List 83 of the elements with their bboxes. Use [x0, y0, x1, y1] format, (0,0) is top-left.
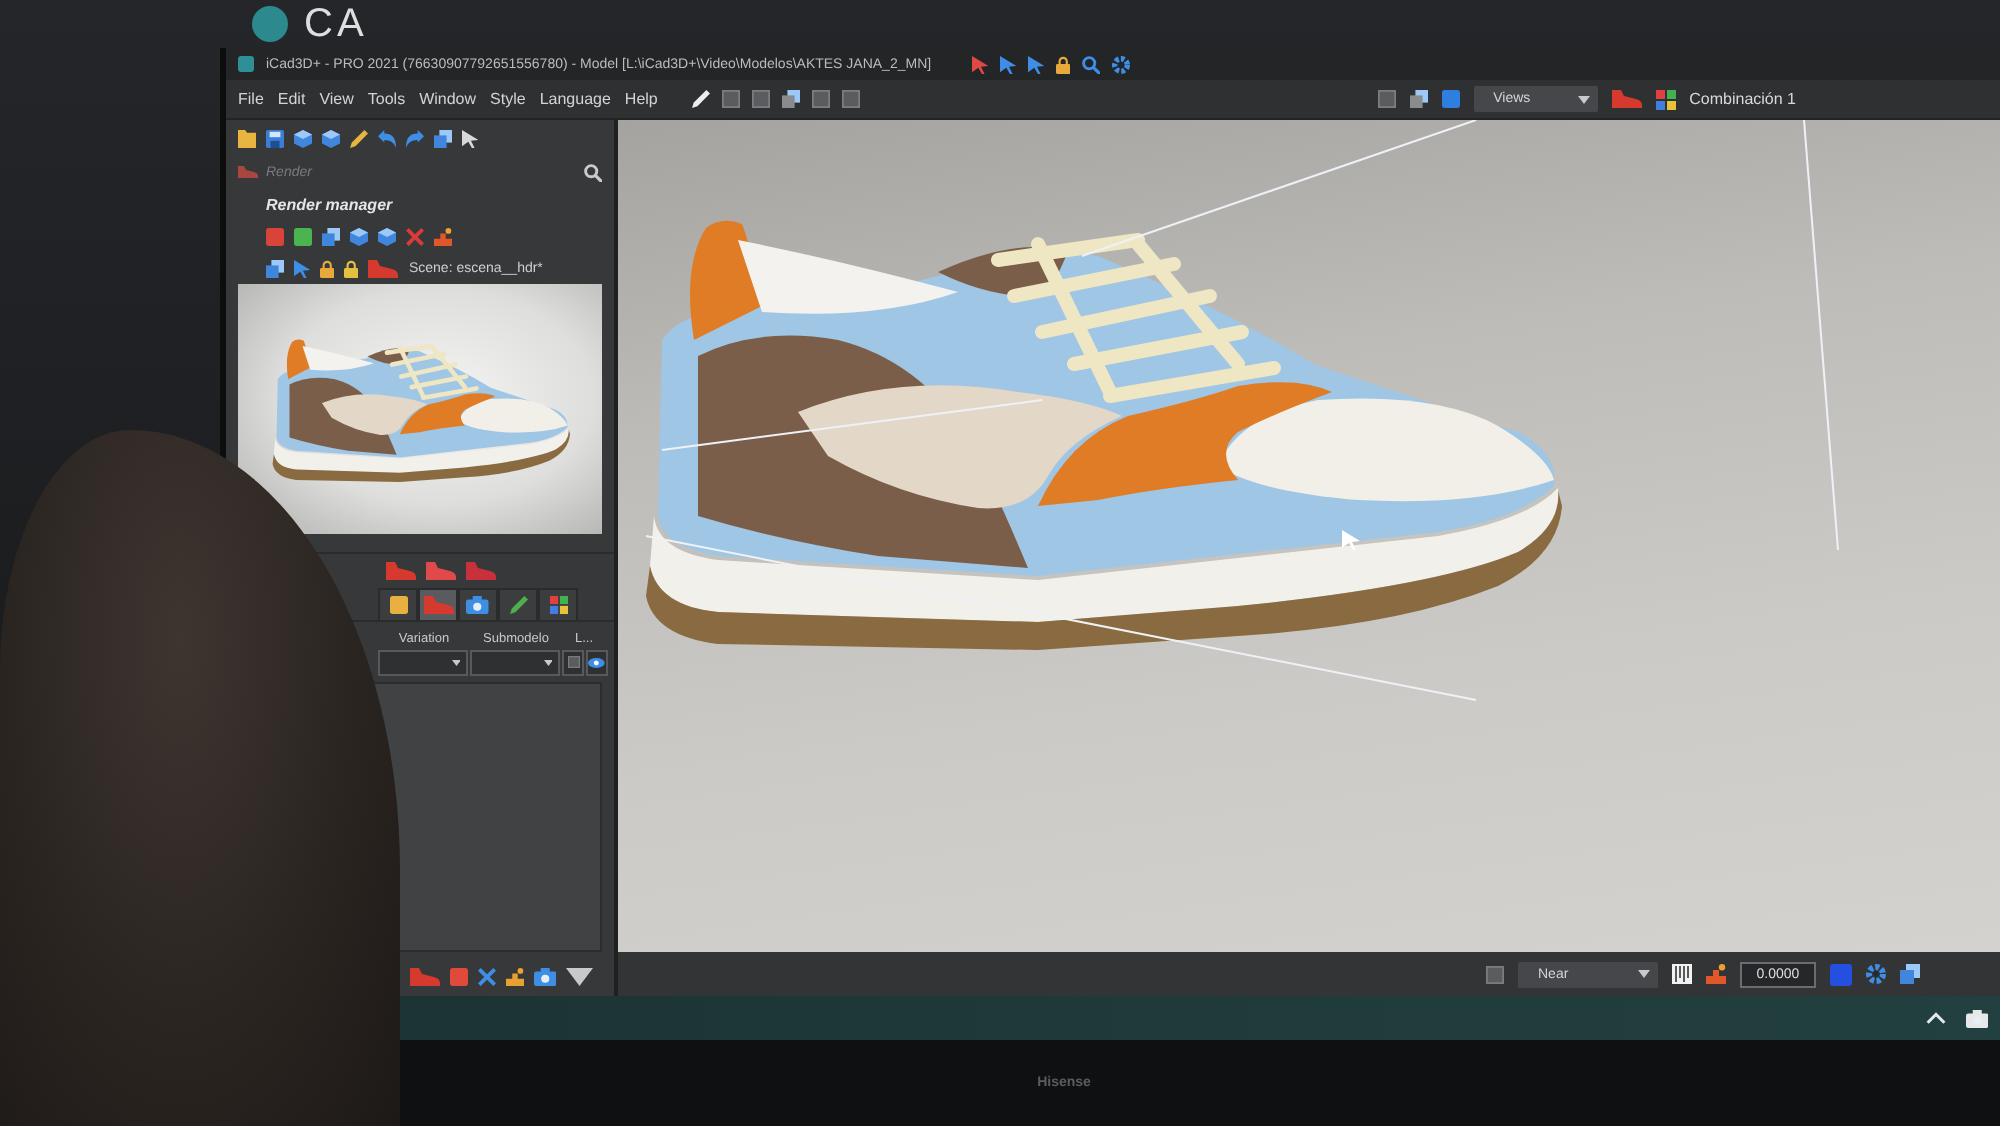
stamp-icon[interactable]	[506, 967, 524, 985]
stamp-icon[interactable]	[434, 227, 452, 245]
caret-icon	[1638, 970, 1650, 978]
menu-item[interactable]: Edit	[277, 90, 306, 108]
caret-icon[interactable]	[566, 967, 594, 985]
swatch-icon[interactable]	[294, 227, 312, 245]
tool-tab[interactable]	[378, 588, 418, 620]
camera-icon	[466, 596, 490, 614]
layers-icon[interactable]	[781, 90, 800, 108]
square-icon[interactable]	[1377, 90, 1396, 108]
swatch-icon	[389, 596, 407, 614]
layers-icon[interactable]	[266, 259, 284, 277]
pencil-icon[interactable]	[691, 90, 710, 108]
menu-item[interactable]: Help	[624, 90, 658, 108]
cube-icon[interactable]	[322, 129, 340, 147]
camera-icon[interactable]	[534, 967, 557, 985]
caret-icon	[543, 659, 552, 665]
menu-item[interactable]: Language	[539, 90, 611, 108]
cube-icon[interactable]	[350, 227, 368, 245]
square-icon[interactable]	[721, 90, 740, 108]
app-icon	[238, 56, 254, 72]
close-icon[interactable]	[406, 227, 424, 245]
lock-icon[interactable]	[320, 259, 335, 277]
chevron-up-icon[interactable]	[1925, 1012, 1946, 1024]
shoe-icon	[423, 596, 453, 614]
logo-icon	[252, 6, 288, 42]
swatch-icon[interactable]	[1830, 963, 1852, 985]
menu-item[interactable]: Window	[419, 90, 477, 108]
tool-tab[interactable]	[458, 588, 498, 620]
layers-icon[interactable]	[322, 227, 340, 245]
redo-icon[interactable]	[406, 129, 424, 147]
caret-icon	[451, 659, 460, 665]
menu-item[interactable]: Tools	[367, 90, 406, 108]
search-icon[interactable]	[1082, 55, 1101, 73]
shoe-icon[interactable]	[1611, 90, 1642, 108]
square-icon	[567, 656, 579, 668]
undo-icon[interactable]	[378, 129, 396, 147]
pointer-icon[interactable]	[462, 129, 479, 147]
grid-icon	[549, 596, 567, 614]
pointer-icon[interactable]	[294, 259, 311, 277]
shoe-icon[interactable]	[426, 561, 456, 579]
shoe-icon[interactable]	[386, 561, 416, 579]
layers-icon[interactable]	[1409, 90, 1428, 108]
pencil-icon[interactable]	[350, 129, 368, 147]
grid-icon[interactable]	[1655, 89, 1676, 109]
lock-icon[interactable]	[344, 259, 359, 277]
search-icon[interactable]	[584, 163, 602, 181]
tool-tab[interactable]	[538, 588, 578, 620]
tool-tab[interactable]	[498, 588, 538, 620]
cursor-icon	[1342, 530, 1360, 550]
close-icon[interactable]	[478, 967, 496, 985]
folder-icon[interactable]	[238, 129, 256, 147]
square-icon[interactable]	[751, 90, 770, 108]
ruler-icon[interactable]	[1672, 964, 1692, 984]
shoe-icon[interactable]	[410, 967, 440, 985]
layers-icon[interactable]	[434, 129, 452, 147]
layers-icon[interactable]	[1900, 964, 1920, 984]
camera-icon[interactable]	[1965, 1009, 1988, 1027]
eye-icon	[588, 657, 606, 667]
square-icon[interactable]	[1486, 965, 1504, 983]
shoe-icon	[238, 166, 258, 178]
menu-item[interactable]: File	[238, 90, 264, 108]
gear-icon[interactable]	[1866, 964, 1886, 984]
combination-label: Combinación 1	[1689, 90, 1796, 108]
shoe-icon[interactable]	[368, 259, 399, 277]
cube-icon[interactable]	[378, 227, 396, 245]
panel-title: Render manager	[266, 195, 393, 213]
menu-item[interactable]: Style	[490, 90, 526, 108]
cube-icon[interactable]	[294, 129, 312, 147]
gear-icon[interactable]	[1112, 55, 1131, 73]
swatch-icon[interactable]	[266, 227, 284, 245]
caret-icon	[1577, 95, 1590, 103]
menu-item[interactable]: View	[319, 90, 354, 108]
save-icon[interactable]	[266, 129, 284, 147]
eye-button[interactable]	[586, 649, 608, 675]
swatch-icon[interactable]	[450, 967, 468, 985]
square-icon[interactable]	[811, 90, 830, 108]
square-icon[interactable]	[841, 90, 860, 108]
logo-text: CA	[304, 2, 368, 46]
stamp-icon[interactable]	[1706, 964, 1726, 984]
lock-icon[interactable]	[1055, 55, 1071, 73]
swatch-icon[interactable]	[1441, 90, 1460, 108]
pencil-icon	[509, 596, 527, 614]
